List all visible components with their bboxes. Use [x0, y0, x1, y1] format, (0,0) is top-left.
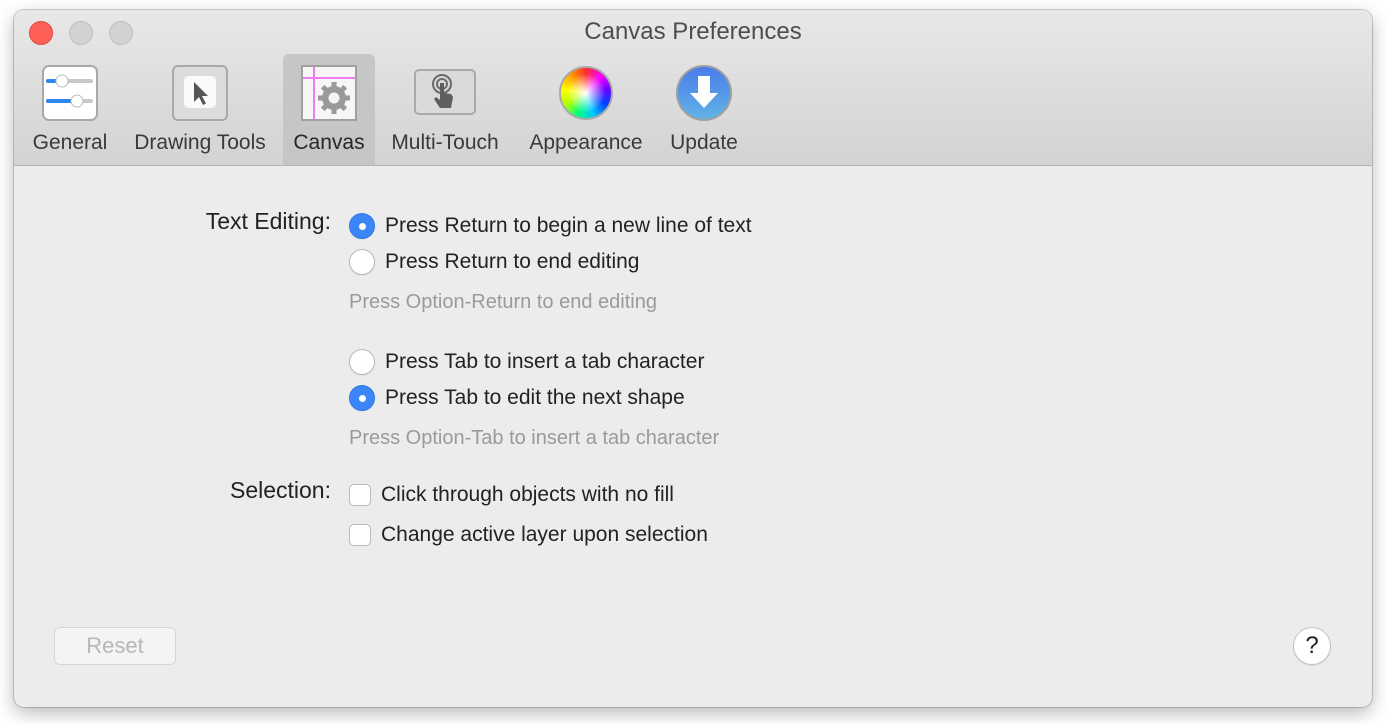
- touch-hand-icon: [413, 64, 477, 122]
- option-label: Press Return to end editing: [385, 250, 640, 273]
- sliders-icon: [41, 64, 99, 122]
- pointer-arrow-icon: [171, 64, 229, 122]
- tab-label: General: [32, 131, 108, 154]
- tab-canvas[interactable]: Canvas: [283, 54, 375, 165]
- tab-label: Canvas: [293, 131, 365, 154]
- radio-button-selected[interactable]: [349, 385, 375, 411]
- option-label: Change active layer upon selection: [381, 523, 708, 546]
- reset-button[interactable]: Reset: [54, 627, 176, 665]
- return-hint: Press Option-Return to end editing: [349, 291, 657, 313]
- tab-hint: Press Option-Tab to insert a tab charact…: [349, 427, 720, 449]
- window-title: Canvas Preferences: [584, 18, 802, 45]
- help-button[interactable]: ?: [1293, 627, 1331, 665]
- radio-return-new-line[interactable]: Press Return to begin a new line of text: [349, 213, 752, 239]
- radio-button-selected[interactable]: [349, 213, 375, 239]
- title-bar: Canvas Preferences General Drawing Tools…: [14, 10, 1372, 166]
- radio-return-end-editing[interactable]: Press Return to end editing: [349, 249, 639, 275]
- selection-label: Selection:: [229, 477, 331, 503]
- tab-general[interactable]: General: [26, 54, 114, 165]
- radio-button[interactable]: [349, 349, 375, 375]
- preferences-window: Canvas Preferences General Drawing Tools…: [14, 10, 1372, 707]
- radio-tab-edit-next-shape[interactable]: Press Tab to edit the next shape: [349, 385, 685, 411]
- canvas-gear-icon: [300, 64, 358, 122]
- tab-update[interactable]: Update: [660, 54, 748, 165]
- option-label: Press Tab to insert a tab character: [385, 350, 705, 373]
- checkbox-change-active-layer[interactable]: Change active layer upon selection: [349, 523, 708, 547]
- option-label: Press Tab to edit the next shape: [385, 386, 685, 409]
- text-editing-label: Text Editing:: [205, 208, 331, 234]
- tab-multi-touch[interactable]: Multi-Touch: [380, 54, 510, 165]
- tab-label: Appearance: [529, 131, 643, 154]
- canvas-settings-pane: Text Editing: Press Return to begin a ne…: [14, 166, 1372, 707]
- color-wheel-icon: [557, 64, 615, 122]
- download-arrow-icon: [675, 64, 733, 122]
- option-label: Click through objects with no fill: [381, 483, 674, 506]
- checkbox-click-through-no-fill[interactable]: Click through objects with no fill: [349, 483, 674, 507]
- checkbox[interactable]: [349, 524, 371, 546]
- checkbox[interactable]: [349, 484, 371, 506]
- tab-appearance[interactable]: Appearance: [520, 54, 652, 165]
- tab-label: Update: [670, 131, 738, 154]
- radio-button[interactable]: [349, 249, 375, 275]
- option-label: Press Return to begin a new line of text: [385, 214, 752, 237]
- radio-tab-insert-character[interactable]: Press Tab to insert a tab character: [349, 349, 704, 375]
- tab-label: Multi-Touch: [391, 131, 499, 154]
- tab-drawing-tools[interactable]: Drawing Tools: [124, 54, 276, 165]
- tab-label: Drawing Tools: [134, 131, 266, 154]
